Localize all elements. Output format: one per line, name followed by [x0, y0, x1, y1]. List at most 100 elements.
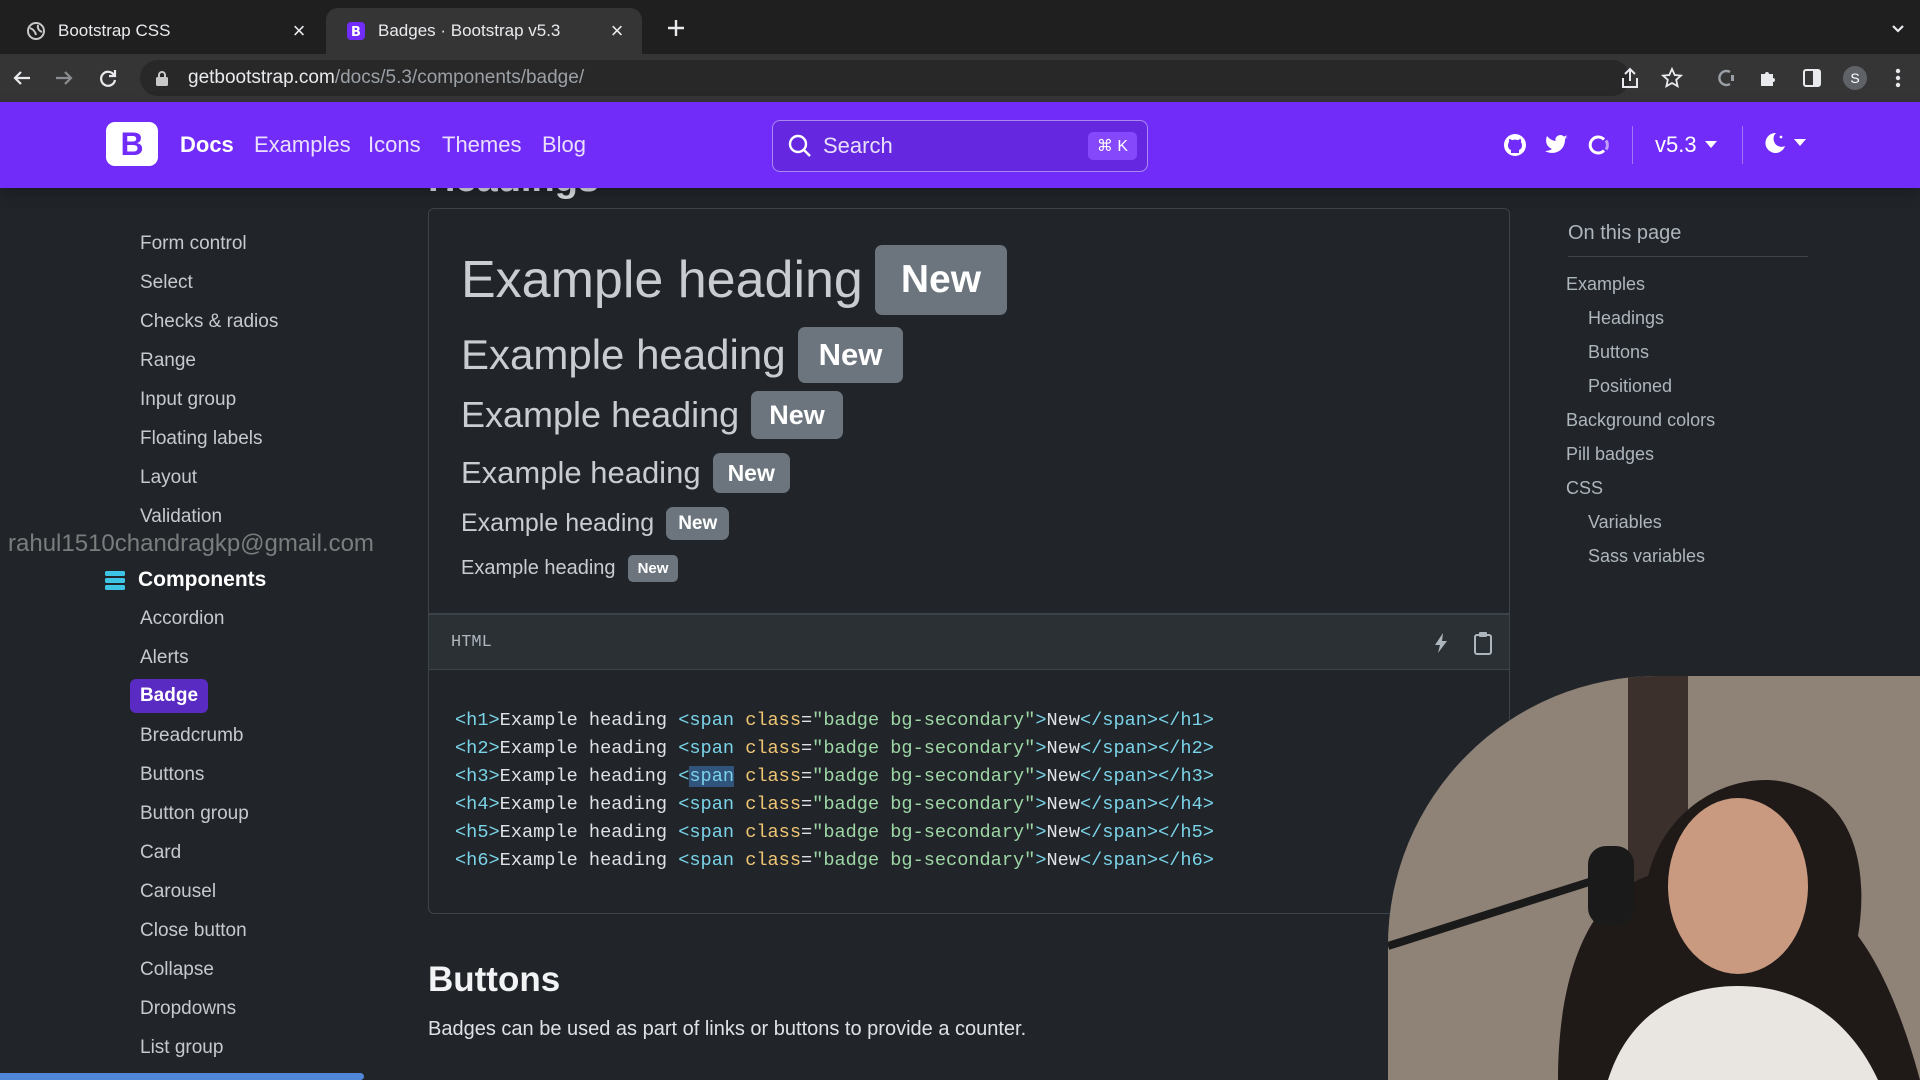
toc-title: On this page: [1568, 222, 1682, 244]
example-h3: Example heading New: [461, 391, 843, 439]
sidebar-section-label: Components: [138, 568, 267, 591]
example-h5: Example heading New: [461, 507, 730, 540]
tab-label: Bootstrap CSS: [58, 21, 171, 40]
sidebar-item-range[interactable]: Range: [140, 350, 196, 372]
chevron-down-icon[interactable]: [1886, 16, 1910, 40]
bootstrap-favicon-icon: B: [346, 21, 366, 41]
moon-stars-icon: [1762, 130, 1788, 156]
bootstrap-logo[interactable]: B: [106, 122, 158, 166]
components-stack-icon: [104, 569, 126, 591]
sidebar-item-breadcrumb[interactable]: Breadcrumb: [140, 725, 244, 747]
url-host: getbootstrap.com: [188, 67, 335, 88]
sidebar-item-card[interactable]: Card: [140, 842, 181, 864]
toc-item-positioned[interactable]: Positioned: [1588, 376, 1672, 397]
badge-new: New: [874, 245, 1008, 315]
badge-new: New: [666, 507, 730, 540]
sidebar-item-button-group[interactable]: Button group: [140, 803, 249, 825]
opencollective-icon[interactable]: [1586, 132, 1612, 158]
toc-item-pill-badges[interactable]: Pill badges: [1566, 444, 1654, 465]
back-arrow-icon[interactable]: [8, 64, 36, 92]
toc-item-headings[interactable]: Headings: [1588, 308, 1664, 329]
toc-divider: [1568, 256, 1808, 257]
sidebar-item-badge[interactable]: Badge: [130, 679, 208, 713]
example-h4: Example heading New: [461, 453, 790, 493]
badge-new: New: [627, 555, 679, 582]
toc-item-variables[interactable]: Variables: [1588, 512, 1662, 533]
nav-link-examples[interactable]: Examples: [254, 132, 351, 158]
close-tab-icon[interactable]: ×: [606, 20, 628, 42]
browser-tab-bar: Bootstrap CSS × B Badges · Bootstrap v5.…: [0, 0, 1920, 54]
badge-new: New: [712, 453, 790, 493]
profile-avatar[interactable]: S: [1843, 66, 1867, 90]
nav-link-themes[interactable]: Themes: [442, 132, 521, 158]
sidebar-item-carousel[interactable]: Carousel: [140, 881, 216, 903]
sidebar-section-components: Components: [104, 568, 266, 592]
clipboard-icon[interactable]: [1471, 631, 1495, 655]
sidebar-item-layout[interactable]: Layout: [140, 467, 197, 489]
section-description: Badges can be used as part of links or b…: [428, 1018, 1027, 1040]
sidebar-item-floating-labels[interactable]: Floating labels: [140, 428, 263, 450]
toc-item-background-colors[interactable]: Background colors: [1566, 410, 1715, 431]
version-label: v5.3: [1655, 132, 1697, 157]
navbar-divider: [1742, 126, 1743, 164]
browser-toolbar: getbootstrap.com/docs/5.3/components/bad…: [0, 54, 1920, 102]
sidebar-item-list-group[interactable]: List group: [140, 1037, 223, 1059]
forward-arrow-icon[interactable]: [50, 64, 78, 92]
toc-item-css[interactable]: CSS: [1566, 478, 1603, 499]
github-icon[interactable]: [1502, 132, 1528, 158]
example-h2: Example heading New: [461, 327, 904, 383]
code-line: <h2>Example heading <span class="badge b…: [455, 738, 1214, 759]
browser-tab-badges[interactable]: B Badges · Bootstrap v5.3 ×: [326, 8, 642, 54]
reload-icon[interactable]: [94, 64, 122, 92]
theme-toggle[interactable]: [1762, 130, 1806, 156]
code-block-header: HTML: [428, 614, 1510, 670]
nav-link-blog[interactable]: Blog: [542, 132, 586, 158]
search-icon: [787, 133, 813, 159]
sidebar-item-close-button[interactable]: Close button: [140, 920, 247, 942]
version-dropdown[interactable]: v5.3: [1655, 132, 1717, 158]
sidebar-item-buttons[interactable]: Buttons: [140, 764, 204, 786]
video-progress-bar[interactable]: [0, 1073, 364, 1080]
sidebar-item-alerts[interactable]: Alerts: [140, 647, 189, 669]
sidebar-item-select[interactable]: Select: [140, 272, 193, 294]
sidebar-item-checks-radios[interactable]: Checks & radios: [140, 311, 278, 333]
close-tab-icon[interactable]: ×: [288, 20, 310, 42]
new-tab-icon[interactable]: [662, 14, 690, 42]
docs-search-button[interactable]: Search ⌘ K: [772, 120, 1148, 172]
sidebar-item-form-control[interactable]: Form control: [140, 233, 247, 255]
site-navbar: B Docs Examples Icons Themes Blog Search…: [0, 102, 1920, 188]
browser-tab-bootstrap-css[interactable]: Bootstrap CSS ×: [6, 8, 324, 54]
kebab-menu-icon[interactable]: [1884, 64, 1912, 92]
caret-down-icon: [1794, 139, 1806, 147]
sidebar-item-collapse[interactable]: Collapse: [140, 959, 214, 981]
toc-item-examples[interactable]: Examples: [1566, 274, 1645, 295]
code-line: <h1>Example heading <span class="badge b…: [455, 710, 1214, 731]
sidebar-item-validation[interactable]: Validation: [140, 506, 222, 528]
svg-text:B: B: [351, 25, 361, 40]
code-block[interactable]: <h1>Example heading <span class="badge b…: [428, 670, 1510, 914]
address-bar[interactable]: getbootstrap.com/docs/5.3/components/bad…: [140, 60, 1630, 96]
toc-item-buttons[interactable]: Buttons: [1588, 342, 1649, 363]
sidebar-item-accordion[interactable]: Accordion: [140, 608, 225, 630]
nav-link-icons[interactable]: Icons: [368, 132, 421, 158]
code-line: <h3>Example heading <span class="badge b…: [455, 766, 1214, 787]
sidebar-item-dropdowns[interactable]: Dropdowns: [140, 998, 236, 1020]
bookmark-star-icon[interactable]: [1658, 64, 1686, 92]
nav-link-docs[interactable]: Docs: [180, 132, 234, 158]
toc-item-sass-variables[interactable]: Sass variables: [1588, 546, 1705, 567]
share-icon[interactable]: [1616, 64, 1644, 92]
extension-c-icon[interactable]: [1712, 64, 1740, 92]
heading-text: Example heading: [461, 557, 616, 579]
puzzle-extensions-icon[interactable]: [1754, 64, 1782, 92]
email-watermark: rahul1510chandragkp@gmail.com: [8, 530, 374, 557]
sidebar-item-input-group[interactable]: Input group: [140, 389, 236, 411]
twitter-icon[interactable]: [1544, 132, 1570, 158]
search-shortcut-badge: ⌘ K: [1087, 132, 1137, 160]
side-panel-icon[interactable]: [1798, 64, 1826, 92]
selected-text: span: [689, 766, 735, 787]
search-placeholder: Search: [823, 133, 893, 158]
code-line: <h6>Example heading <span class="badge b…: [455, 850, 1214, 871]
code-line: <h4>Example heading <span class="badge b…: [455, 794, 1214, 815]
lightning-icon[interactable]: [1429, 631, 1453, 655]
example-preview: Example heading New Example heading New …: [428, 208, 1510, 614]
